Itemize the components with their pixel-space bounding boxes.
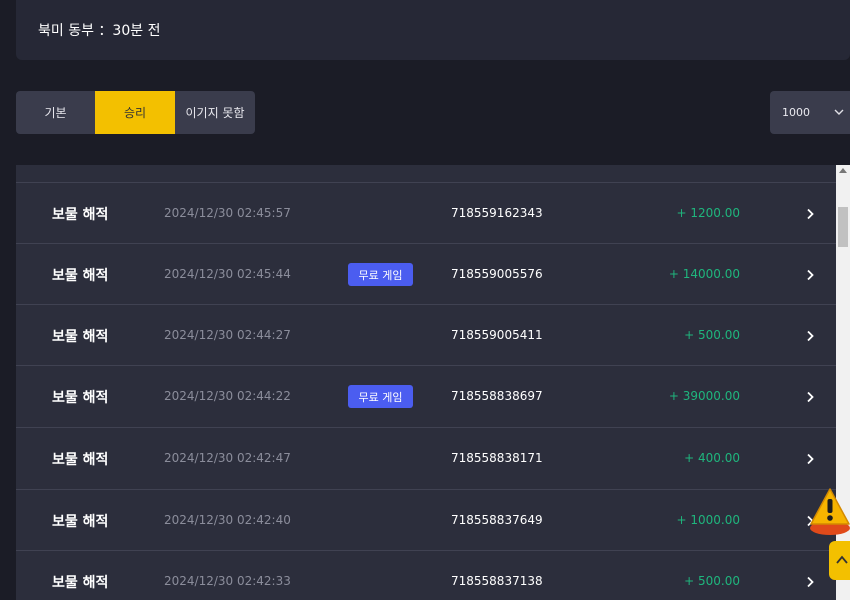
chevron-right-icon[interactable] (804, 327, 816, 346)
scroll-to-top-button[interactable] (829, 541, 850, 580)
list-item[interactable]: 보물 해적 2024/12/30 02:42:47 718558838171 +… (16, 427, 836, 489)
list-item[interactable]: 보물 해적 2024/12/30 02:44:27 718559005411 +… (16, 304, 836, 366)
round-id: 718559162343 (451, 206, 543, 220)
round-id: 718558837649 (451, 513, 543, 527)
win-amount: + 500.00 (684, 328, 740, 342)
chevron-down-icon (834, 107, 844, 120)
game-time: 2024/12/30 02:42:40 (164, 513, 291, 527)
win-amount: + 1200.00 (676, 206, 741, 220)
chevron-up-icon (836, 555, 848, 564)
game-history-list: 보물 해적 2024/12/30 02:45:57 718559162343 +… (16, 165, 836, 600)
game-title: 보물 해적 (52, 514, 109, 530)
chevron-right-icon[interactable] (804, 388, 816, 407)
game-time: 2024/12/30 02:45:57 (164, 206, 291, 220)
free-game-badge: 무료 게임 (348, 385, 413, 408)
game-title: 보물 해적 (52, 452, 109, 468)
game-title: 보물 해적 (52, 207, 109, 223)
filter-tabs: 기본 승리 이기지 못함 (16, 91, 255, 134)
top-status-bar: 북미 동부 ：30분 전 (16, 0, 850, 60)
game-title: 보물 해적 (52, 329, 109, 345)
round-id: 718559005576 (451, 267, 543, 281)
server-status-text: 북미 동부 ：30분 전 (38, 23, 161, 39)
game-time: 2024/12/30 02:44:27 (164, 328, 291, 342)
list-item[interactable]: 보물 해적 2024/12/30 02:42:40 718558837649 +… (16, 489, 836, 551)
page-size-value: 1000 (782, 106, 810, 119)
game-time: 2024/12/30 02:42:33 (164, 574, 291, 588)
win-amount: + 1000.00 (676, 513, 741, 527)
win-amount: + 400.00 (684, 451, 740, 465)
tab-basic[interactable]: 기본 (16, 91, 95, 134)
tab-not-won[interactable]: 이기지 못함 (175, 91, 255, 134)
list-item[interactable]: 보물 해적 2024/12/30 02:42:33 718558837138 +… (16, 550, 836, 600)
tab-win[interactable]: 승리 (95, 91, 175, 134)
round-id: 718558837138 (451, 574, 543, 588)
game-time: 2024/12/30 02:44:22 (164, 389, 291, 403)
round-id: 718558838697 (451, 389, 543, 403)
page-size-select[interactable]: 1000 (770, 91, 850, 134)
free-game-badge: 무료 게임 (348, 263, 413, 286)
chevron-right-icon[interactable] (804, 266, 816, 285)
chevron-right-icon[interactable] (804, 573, 816, 592)
win-amount: + 500.00 (684, 574, 740, 588)
game-time: 2024/12/30 02:45:44 (164, 267, 291, 281)
list-item[interactable]: 보물 해적 2024/12/30 02:45:44 무료 게임 71855900… (16, 243, 836, 305)
chevron-right-icon[interactable] (804, 450, 816, 469)
scrollbar-thumb[interactable] (838, 207, 848, 247)
game-time: 2024/12/30 02:42:47 (164, 451, 291, 465)
round-id: 718559005411 (451, 328, 543, 342)
win-amount: + 39000.00 (668, 389, 740, 403)
game-title: 보물 해적 (52, 268, 109, 284)
list-item[interactable]: 보물 해적 2024/12/30 02:45:57 718559162343 +… (16, 182, 836, 244)
chevron-right-icon[interactable] (804, 205, 816, 224)
win-amount: + 14000.00 (668, 267, 740, 281)
round-id: 718558838171 (451, 451, 543, 465)
list-item[interactable]: 보물 해적 2024/12/30 02:44:22 무료 게임 71855883… (16, 365, 836, 427)
game-title: 보물 해적 (52, 390, 109, 406)
warning-icon[interactable] (806, 486, 850, 542)
scroll-up-arrow-icon[interactable] (839, 168, 847, 173)
game-title: 보물 해적 (52, 575, 109, 591)
